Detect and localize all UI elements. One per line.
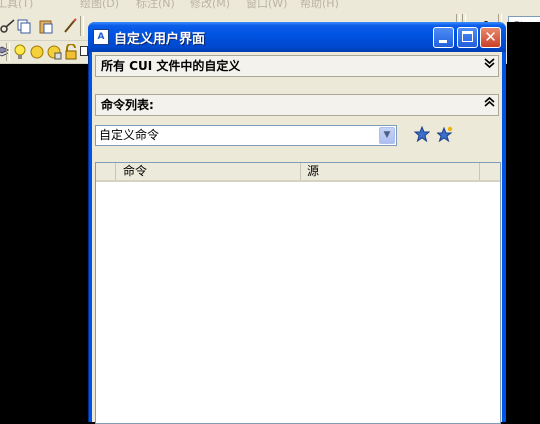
- minimize-icon: [439, 40, 447, 43]
- star-icon: [413, 125, 431, 143]
- close-button[interactable]: ✕: [480, 27, 501, 48]
- layer-color-swatch[interactable]: [80, 46, 88, 56]
- section-all-cui-files[interactable]: 所有 CUI 文件中的自定义: [95, 55, 499, 77]
- table-header: 命令 源: [96, 163, 500, 182]
- table-column-filler: [480, 163, 500, 180]
- chevron-down-icon[interactable]: ▼: [379, 127, 395, 144]
- title-bar[interactable]: A 自定义用户界面 ✕: [88, 22, 506, 52]
- dialog-client-area: 所有 CUI 文件中的自定义 命令列表: 自定义命令 ▼ 命令 源: [92, 52, 502, 424]
- double-chevron-up-icon[interactable]: [484, 95, 495, 115]
- app-icon: A: [93, 29, 109, 45]
- minimize-button[interactable]: [433, 27, 454, 48]
- maximize-button[interactable]: [457, 27, 478, 48]
- menu-item-window[interactable]: 窗口(W): [246, 0, 287, 10]
- menu-item-dimension[interactable]: 标注(N): [136, 0, 175, 10]
- command-filter-select[interactable]: 自定义命令 ▼: [95, 125, 397, 146]
- command-list-table[interactable]: 命令 源: [95, 162, 501, 424]
- table-column-icon[interactable]: [96, 163, 116, 180]
- section-all-cui-label: 所有 CUI 文件中的自定义: [101, 59, 241, 73]
- find-command-button[interactable]: [436, 126, 454, 144]
- menu-item-help[interactable]: 帮助(H): [300, 0, 339, 10]
- layer-on-bulb-icon[interactable]: [12, 44, 28, 60]
- cut-icon[interactable]: [0, 18, 16, 34]
- section-command-list[interactable]: 命令列表:: [95, 94, 499, 116]
- copy-icon[interactable]: [16, 18, 32, 34]
- menu-item-modify[interactable]: 修改(M): [190, 0, 230, 10]
- table-column-command[interactable]: 命令: [116, 163, 301, 180]
- table-column-source[interactable]: 源: [301, 163, 480, 180]
- customize-ui-window: A 自定义用户界面 ✕ 所有 CUI 文件中的自定义 命令列表: 自定义命令 ▼: [88, 22, 506, 424]
- window-title: 自定义用户界面: [114, 32, 206, 47]
- match-properties-icon[interactable]: [62, 18, 78, 34]
- close-icon: ✕: [484, 28, 497, 46]
- layer-freeze-sun-icon[interactable]: [29, 44, 45, 60]
- star-sparkle-icon: [436, 126, 453, 143]
- command-filter-value: 自定义命令: [99, 128, 160, 142]
- menu-item-tools[interactable]: 工具(T): [0, 0, 33, 10]
- layer-lock-icon[interactable]: [63, 44, 79, 60]
- new-command-button[interactable]: [413, 125, 431, 144]
- drawing-area[interactable]: [507, 22, 540, 406]
- toolbar-separator: [80, 16, 84, 36]
- paste-icon[interactable]: [38, 18, 54, 34]
- section-command-list-label: 命令列表:: [101, 98, 154, 112]
- maximize-icon: [462, 31, 473, 42]
- menu-bar: 工具(T) 绘图(D) 标注(N) 修改(M) 窗口(W) 帮助(H): [0, 0, 540, 10]
- layer-viewport-icon[interactable]: [46, 44, 62, 60]
- double-chevron-down-icon[interactable]: [484, 56, 495, 76]
- toolbar-separator: [6, 43, 10, 61]
- menu-item-draw[interactable]: 绘图(D): [80, 0, 119, 10]
